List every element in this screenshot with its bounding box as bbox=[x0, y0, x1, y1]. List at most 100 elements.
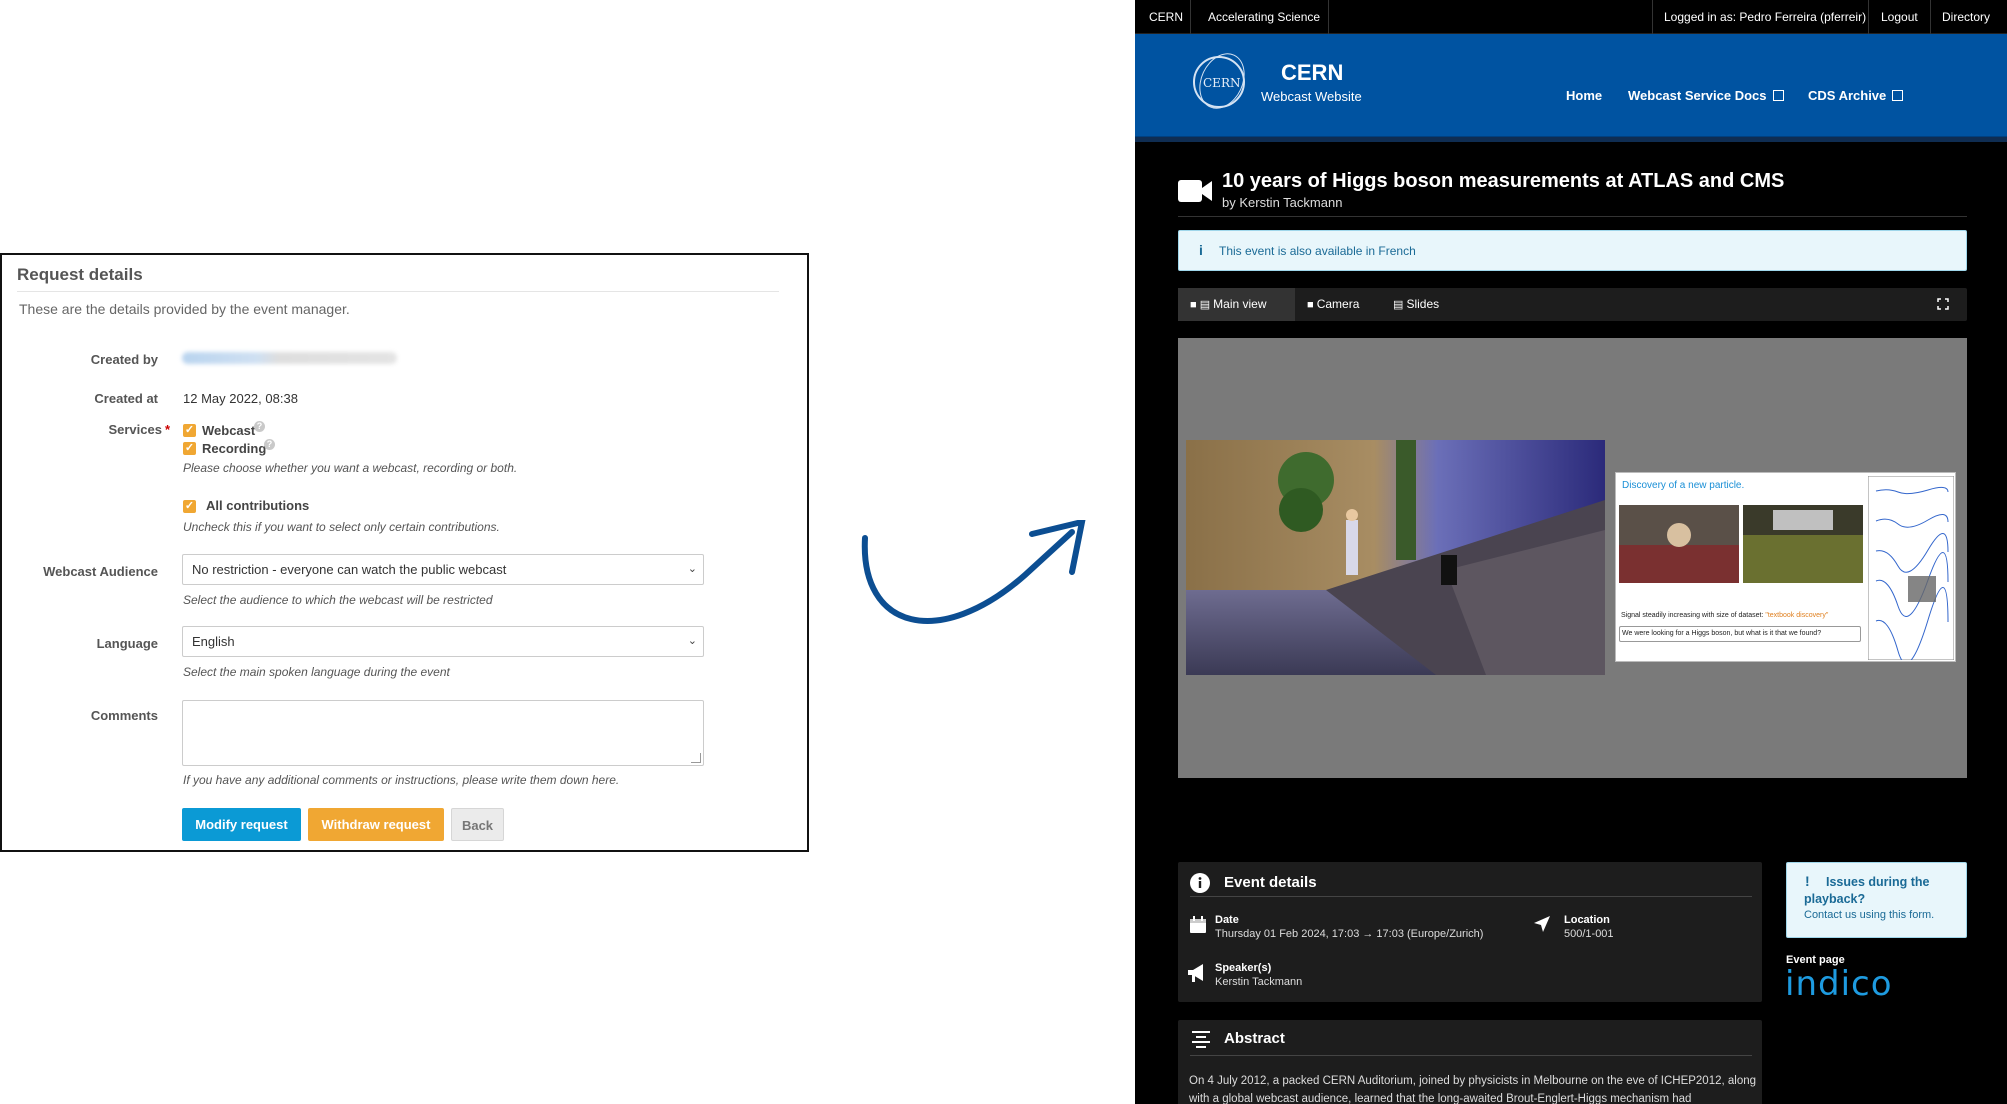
event-title: 10 years of Higgs boson measurements at … bbox=[1222, 170, 1785, 192]
top-bar: CERN Accelerating Science Logged in as: … bbox=[1135, 0, 2007, 34]
directory-link[interactable]: Directory bbox=[1942, 0, 1990, 34]
logout-link[interactable]: Logout bbox=[1881, 0, 1918, 34]
request-details-panel: Request details These are the details pr… bbox=[0, 253, 809, 852]
all-contributions-hint: Uncheck this if you want to select only … bbox=[183, 520, 500, 534]
withdraw-request-button[interactable]: Withdraw request bbox=[308, 808, 444, 841]
audience-hint: Select the audience to which the webcast… bbox=[183, 593, 493, 607]
contact-us-link[interactable]: Contact us bbox=[1804, 909, 1857, 921]
recording-label: Recording bbox=[202, 441, 267, 456]
tab-main-view[interactable]: ■ ▤ Main view bbox=[1178, 288, 1295, 321]
slides-icon: ▤ bbox=[1393, 299, 1407, 311]
slide-line-1: Signal steadily increasing with size of … bbox=[1621, 612, 1829, 619]
audience-select[interactable]: No restriction - everyone can watch the … bbox=[182, 554, 704, 585]
header-strip bbox=[1135, 137, 2007, 142]
resize-handle[interactable] bbox=[691, 753, 701, 763]
created-by-value-redacted bbox=[182, 352, 397, 364]
webcast-checkbox[interactable]: ✓ bbox=[183, 424, 196, 437]
modify-request-button[interactable]: Modify request bbox=[182, 808, 301, 841]
help-icon[interactable]: ? bbox=[254, 421, 265, 432]
external-link-icon bbox=[1772, 90, 1784, 101]
created-at-label: Created at bbox=[94, 391, 158, 406]
view-tabs: ■ ▤ Main view ■ Camera ▤ Slides bbox=[1178, 288, 1967, 321]
divider bbox=[1178, 216, 1967, 217]
info-icon: i bbox=[1199, 242, 1203, 258]
webcast-website: CERN Accelerating Science Logged in as: … bbox=[1135, 0, 2007, 1104]
event-details-title: Event details bbox=[1224, 874, 1317, 891]
help-icon[interactable]: ? bbox=[264, 439, 275, 450]
nav-home[interactable]: Home bbox=[1566, 88, 1602, 103]
date-label: Date bbox=[1215, 914, 1239, 926]
all-contributions-label: All contributions bbox=[206, 498, 310, 513]
all-contributions-checkbox[interactable]: ✓ bbox=[183, 500, 196, 513]
event-details-panel: Event details Date Thursday 01 Feb 2024,… bbox=[1178, 862, 1762, 1002]
language-label: Language bbox=[96, 636, 158, 651]
speaker-value: Kerstin Tackmann bbox=[1215, 976, 1303, 988]
abstract-title: Abstract bbox=[1224, 1030, 1285, 1047]
topbar-accelerating-link[interactable]: Accelerating Science bbox=[1208, 0, 1320, 34]
megaphone-icon bbox=[1188, 964, 1203, 982]
site-brand-subtitle[interactable]: Webcast Website bbox=[1261, 89, 1362, 104]
language-hint: Select the main spoken language during t… bbox=[183, 665, 450, 679]
divider bbox=[1190, 0, 1191, 34]
camera-video[interactable] bbox=[1186, 440, 1605, 675]
nav-webcast-docs[interactable]: Webcast Service Docs bbox=[1628, 88, 1784, 103]
event-byline: by Kerstin Tackmann bbox=[1222, 195, 1343, 210]
services-label: Services * bbox=[108, 422, 170, 437]
services-hint: Please choose whether you want a webcast… bbox=[183, 461, 518, 475]
divider bbox=[1930, 0, 1931, 34]
slides-view[interactable]: Discovery of a new particle. Signal stea… bbox=[1615, 472, 1956, 662]
slide-line-2: We were looking for a Higgs boson, but w… bbox=[1619, 626, 1861, 642]
created-by-label: Created by bbox=[90, 352, 158, 367]
language-selected: English bbox=[192, 634, 235, 649]
issues-text: Contact us using this form. bbox=[1804, 909, 1935, 921]
location-arrow-icon bbox=[1534, 916, 1550, 932]
date-value: Thursday 01 Feb 2024, 17:03 → 17:03 (Eur… bbox=[1215, 928, 1484, 940]
tab-slides[interactable]: ▤ Slides bbox=[1381, 288, 1451, 321]
abstract-text: On 4 July 2012, a packed CERN Auditorium… bbox=[1189, 1075, 1757, 1104]
location-label: Location bbox=[1564, 914, 1610, 926]
created-at-value: 12 May 2022, 08:38 bbox=[183, 391, 298, 406]
video-player[interactable]: Discovery of a new particle. Signal stea… bbox=[1178, 338, 1967, 778]
slide-photo bbox=[1619, 505, 1739, 583]
recording-checkbox[interactable]: ✓ bbox=[183, 442, 196, 455]
abstract-panel: Abstract On 4 July 2012, a packed CERN A… bbox=[1178, 1020, 1762, 1104]
audience-label: Webcast Audience bbox=[43, 564, 158, 579]
panel-description: These are the details provided by the ev… bbox=[19, 301, 350, 317]
webcast-label: Webcast bbox=[202, 423, 256, 438]
divider bbox=[1190, 896, 1752, 897]
tab-camera[interactable]: ■ Camera bbox=[1295, 288, 1381, 321]
language-alert: i This event is also available in French bbox=[1178, 230, 1967, 271]
camera-icon bbox=[1178, 180, 1212, 202]
comments-hint: If you have any additional comments or i… bbox=[183, 773, 620, 787]
site-brand[interactable]: CERN bbox=[1281, 60, 1343, 86]
language-select[interactable]: English ⌄ bbox=[182, 626, 704, 657]
nav-cds-archive[interactable]: CDS Archive bbox=[1808, 88, 1904, 103]
chevron-down-icon: ⌄ bbox=[687, 563, 697, 575]
camera-icon: ■ ▤ bbox=[1190, 299, 1214, 311]
issues-box: ! Issues during the playback? Contact us… bbox=[1786, 862, 1967, 938]
info-icon bbox=[1190, 873, 1210, 893]
slide-photo bbox=[1743, 505, 1863, 583]
site-header: CERN CERN Webcast Website Home Webcast S… bbox=[1135, 34, 2007, 137]
speaker-label: Speaker(s) bbox=[1215, 962, 1272, 974]
slide-heading: Discovery of a new particle. bbox=[1622, 480, 1745, 491]
location-value: 500/1-001 bbox=[1564, 928, 1614, 940]
divider bbox=[1652, 0, 1653, 34]
camera-icon: ■ bbox=[1307, 299, 1317, 311]
comments-label: Comments bbox=[90, 708, 158, 723]
logged-in-user[interactable]: Logged in as: Pedro Ferreira (pferreir) bbox=[1664, 0, 1866, 34]
back-button[interactable]: Back bbox=[451, 808, 504, 841]
divider bbox=[1190, 1055, 1752, 1056]
fullscreen-icon[interactable] bbox=[1937, 298, 1949, 310]
external-link-icon bbox=[1892, 90, 1904, 101]
topbar-cern-link[interactable]: CERN bbox=[1149, 0, 1183, 34]
divider bbox=[1868, 0, 1869, 34]
issues-title: Issues during the playback? bbox=[1804, 875, 1930, 906]
alert-text[interactable]: This event is also available in French bbox=[1219, 244, 1416, 258]
indico-logo[interactable]: indico bbox=[1785, 964, 1893, 1004]
abstract-icon bbox=[1192, 1031, 1210, 1048]
divider bbox=[17, 291, 779, 292]
curved-arrow-icon bbox=[861, 520, 1086, 624]
slide-plots bbox=[1868, 476, 1954, 660]
comments-textarea[interactable] bbox=[182, 700, 704, 766]
